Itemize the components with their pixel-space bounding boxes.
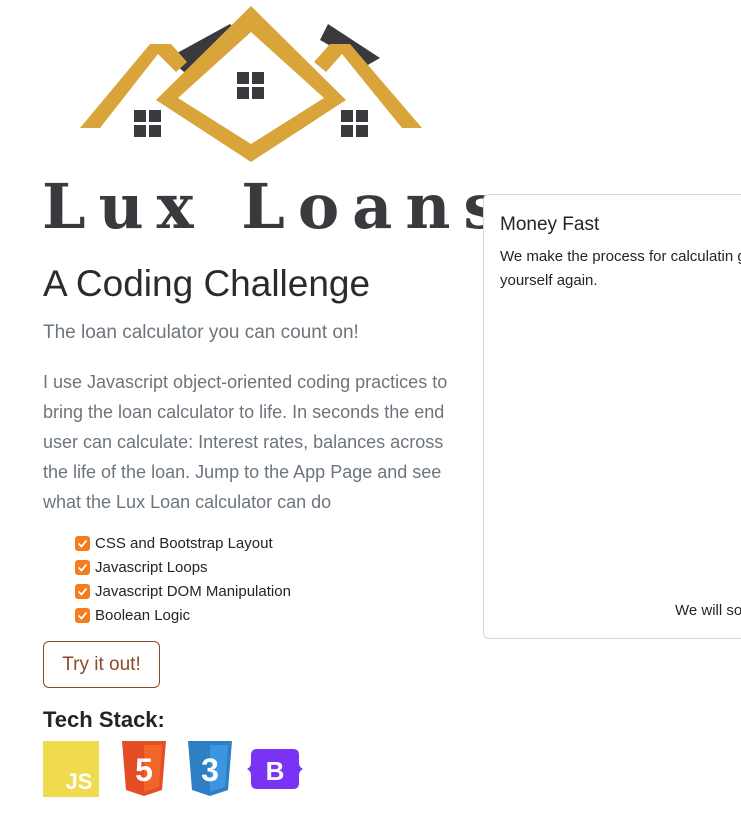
feature-label: Javascript DOM Manipulation bbox=[95, 582, 291, 600]
html5-icon-label: 5 bbox=[135, 752, 153, 788]
bootstrap-icon: B bbox=[247, 749, 303, 789]
css3-icon-label: 3 bbox=[201, 752, 219, 788]
feature-item: CSS and Bootstrap Layout bbox=[75, 531, 291, 555]
checkbox-checked-icon bbox=[75, 583, 90, 599]
feature-list: CSS and Bootstrap Layout Javascript Loop… bbox=[75, 531, 291, 627]
bootstrap-icon-label: B bbox=[266, 756, 285, 786]
brand-title: Lux Loans bbox=[42, 170, 512, 243]
try-it-out-button[interactable]: Try it out! bbox=[43, 641, 160, 688]
checkbox-checked-icon bbox=[75, 559, 90, 575]
house-roof-logo-icon bbox=[80, 6, 422, 162]
feature-label: CSS and Bootstrap Layout bbox=[95, 534, 273, 552]
page-subtitle: A Coding Challenge bbox=[43, 263, 371, 304]
feature-label: Javascript Loops bbox=[95, 558, 208, 576]
css3-icon: 3 bbox=[188, 741, 232, 796]
feature-item: Javascript DOM Manipulation bbox=[75, 579, 291, 603]
html5-icon: 5 bbox=[122, 741, 166, 796]
checkbox-checked-icon bbox=[75, 535, 90, 551]
tagline: The loan calculator you can count on! bbox=[43, 322, 359, 343]
money-fast-card: Money Fast We make the process for calcu… bbox=[483, 194, 741, 639]
checkbox-checked-icon bbox=[75, 607, 90, 623]
feature-label: Boolean Logic bbox=[95, 606, 191, 624]
tech-stack-heading: Tech Stack: bbox=[43, 707, 165, 732]
page: Lux Loans A Coding Challenge The loan ca… bbox=[0, 0, 741, 817]
feature-item: Javascript Loops bbox=[75, 555, 291, 579]
javascript-icon-label: JS bbox=[66, 769, 93, 794]
feature-item: Boolean Logic bbox=[75, 603, 291, 627]
intro-paragraph: I use Javascript object-oriented coding … bbox=[43, 372, 448, 512]
card-footer-text: We will so bbox=[675, 602, 741, 619]
tech-stack-icons: JS 5 3 B bbox=[43, 741, 303, 797]
card-text: We make the process for calculatin guess… bbox=[500, 248, 741, 289]
javascript-icon: JS bbox=[43, 741, 99, 797]
card-title: Money Fast bbox=[500, 214, 600, 235]
